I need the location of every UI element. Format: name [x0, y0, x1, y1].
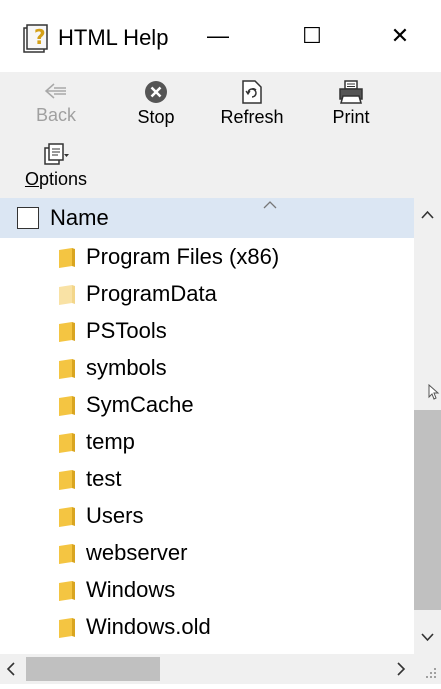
select-all-checkbox[interactable]: [17, 207, 39, 229]
list-item[interactable]: PSTools: [0, 312, 414, 349]
stop-icon: [145, 81, 167, 103]
list-item[interactable]: SymCache: [0, 386, 414, 423]
folder-icon: [59, 581, 75, 601]
mouse-cursor-icon: [428, 384, 440, 400]
stop-label: Stop: [137, 107, 175, 127]
name-column-header[interactable]: Name: [50, 205, 109, 231]
list-item-label: test: [86, 466, 122, 491]
scroll-left-icon[interactable]: [0, 654, 24, 684]
list-item[interactable]: webserver: [0, 534, 414, 571]
scroll-down-icon[interactable]: [414, 618, 441, 654]
title-bar: ? HTML Help — ☐ ✕: [0, 0, 441, 72]
list-item-label: Windows: [86, 577, 176, 602]
help-book-icon: ?: [23, 24, 48, 53]
minimize-button[interactable]: —: [196, 16, 240, 56]
scroll-right-icon[interactable]: [388, 654, 412, 684]
size-grip-icon: [426, 668, 436, 678]
list-item[interactable]: symbols: [0, 349, 414, 386]
vertical-scroll-thumb[interactable]: [414, 410, 441, 610]
folder-icon: [59, 544, 75, 564]
folder-icon: [59, 433, 75, 453]
list-item-label: Windows.old: [86, 614, 211, 639]
list-item-label: temp: [86, 429, 135, 454]
folder-icon: [59, 507, 75, 527]
list-item[interactable]: Program Files (x86): [0, 238, 414, 275]
folder-icon: [59, 618, 75, 638]
list-item[interactable]: Windows.old: [0, 608, 414, 645]
back-arrow-icon: [44, 83, 66, 99]
options-label-accel: O: [24, 169, 39, 189]
back-label: Back: [35, 105, 77, 125]
horizontal-scrollbar[interactable]: [0, 654, 414, 684]
list-item-label: SymCache: [86, 392, 194, 417]
maximize-button[interactable]: ☐: [290, 16, 334, 56]
options-label-rest: ptions: [38, 169, 88, 189]
folder-icon: [59, 396, 75, 416]
list-item[interactable]: temp: [0, 423, 414, 460]
print-icon: [339, 80, 363, 104]
folder-icon: [59, 322, 75, 342]
list-item-label: ProgramData: [86, 281, 217, 306]
window-title: HTML Help: [58, 25, 169, 50]
size-grip[interactable]: [414, 654, 441, 684]
folder-icon: [59, 470, 75, 490]
sort-up-icon: [263, 201, 277, 209]
close-button[interactable]: ✕: [378, 16, 422, 56]
toolbar: Back Stop Refresh Print Options: [0, 72, 441, 198]
print-label: Print: [332, 107, 370, 127]
list-header[interactable]: Name: [0, 198, 414, 238]
list-item[interactable]: Users: [0, 497, 414, 534]
list-item-label: webserver: [86, 540, 188, 565]
folder-list[interactable]: Name Program Files (x86) ProgramData PSToo…: [0, 198, 414, 654]
horizontal-scroll-thumb[interactable]: [26, 657, 160, 681]
list-item[interactable]: test: [0, 460, 414, 497]
refresh-label: Refresh: [220, 107, 284, 127]
print-button[interactable]: Print: [313, 80, 389, 128]
refresh-button[interactable]: Refresh: [207, 80, 297, 128]
scroll-up-icon[interactable]: [414, 198, 441, 234]
stop-button[interactable]: Stop: [123, 80, 189, 128]
list-item[interactable]: Windows: [0, 571, 414, 608]
list-item-label: Program Files (x86): [86, 244, 280, 269]
back-button[interactable]: Back: [24, 80, 88, 126]
list-item-label: PSTools: [86, 318, 167, 343]
refresh-icon: [242, 80, 262, 104]
options-button[interactable]: Options: [14, 142, 98, 190]
list-item-label: symbols: [86, 355, 167, 380]
folder-icon: [59, 248, 75, 268]
svg-text:?: ?: [34, 25, 46, 49]
folder-icon: [59, 285, 75, 305]
list-item[interactable]: ProgramData: [0, 275, 414, 312]
options-label: Options: [14, 168, 98, 190]
options-icon: [44, 143, 69, 165]
list-item-label: Users: [86, 503, 144, 528]
vertical-scrollbar[interactable]: [414, 198, 441, 654]
folder-icon: [59, 359, 75, 379]
